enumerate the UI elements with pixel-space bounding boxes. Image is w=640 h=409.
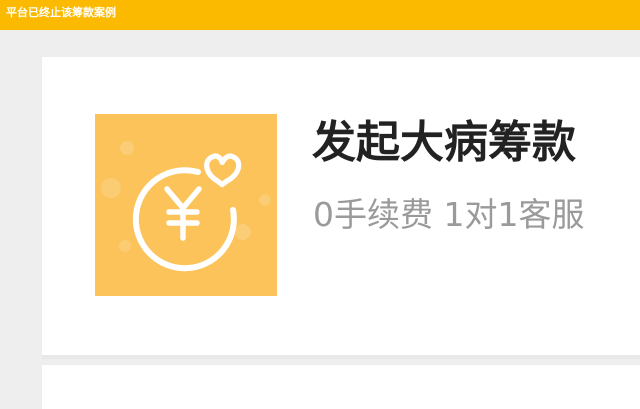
status-banner-text: 平台已终止该筹款案例 — [6, 6, 116, 19]
yuan-heart-icon[interactable] — [95, 114, 277, 296]
card-divider — [42, 355, 640, 359]
status-banner: 平台已终止该筹款案例 — [0, 0, 640, 30]
page-gutter — [0, 30, 42, 409]
card-title: 发起大病筹款 — [312, 117, 576, 168]
next-card — [42, 365, 640, 409]
card-subtitle: 0手续费 1对1客服 — [313, 195, 585, 234]
